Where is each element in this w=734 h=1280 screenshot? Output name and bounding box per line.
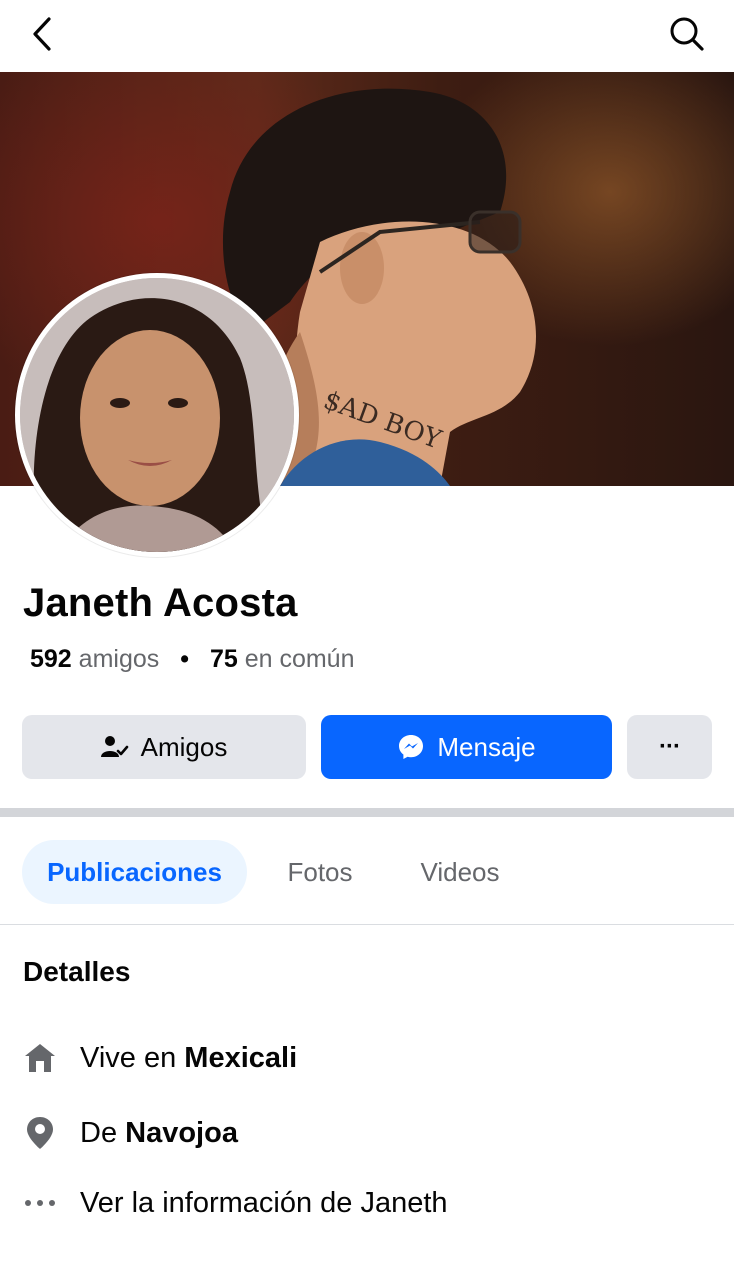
friends-button-label: Amigos <box>140 731 228 762</box>
more-dots-icon: ··· <box>659 733 681 760</box>
mutual-label: en común <box>244 645 355 673</box>
search-button[interactable] <box>663 10 711 58</box>
lives-city: Mexicali <box>184 1041 298 1074</box>
details-heading: Detalles <box>23 956 131 987</box>
separator-dot: • <box>180 645 189 673</box>
from-prefix: De <box>80 1116 118 1149</box>
friends-count: 592 <box>30 645 72 673</box>
profile-name: Janeth Acosta <box>23 581 298 625</box>
back-arrow-icon <box>33 17 51 51</box>
back-button[interactable] <box>18 10 66 58</box>
section-divider <box>0 808 734 817</box>
mutual-count: 75 <box>209 645 238 673</box>
friends-button[interactable]: Amigos <box>22 715 306 779</box>
tab-publicaciones[interactable]: Publicaciones <box>22 840 247 904</box>
avatar-illustration <box>20 278 294 552</box>
detail-lives-in: Vive en Mexicali <box>22 1034 297 1082</box>
tabs-divider <box>0 924 734 925</box>
tab-videos[interactable]: Videos <box>400 840 520 904</box>
top-bar <box>0 0 734 72</box>
messenger-icon <box>397 733 425 761</box>
see-about-link[interactable]: Ver la información de Janeth <box>22 1179 448 1227</box>
location-pin-icon <box>22 1116 58 1150</box>
tab-fotos[interactable]: Fotos <box>270 840 370 904</box>
more-dots-icon <box>22 1199 58 1207</box>
friends-check-icon <box>100 735 129 759</box>
search-icon <box>670 17 704 51</box>
friends-summary[interactable]: 592 amigos • 75 en común <box>30 645 355 674</box>
message-button-label: Mensaje <box>437 731 536 762</box>
lives-prefix: Vive en <box>80 1041 177 1074</box>
from-city: Navojoa <box>125 1116 238 1149</box>
friends-label: amigos <box>78 645 160 673</box>
home-icon <box>22 1042 58 1074</box>
avatar-image <box>20 278 294 552</box>
more-options-button[interactable]: ··· <box>627 715 712 779</box>
profile-avatar[interactable] <box>15 273 299 557</box>
detail-from: De Navojoa <box>22 1109 238 1157</box>
message-button[interactable]: Mensaje <box>321 715 612 779</box>
see-about-label: Ver la información de Janeth <box>80 1186 448 1219</box>
